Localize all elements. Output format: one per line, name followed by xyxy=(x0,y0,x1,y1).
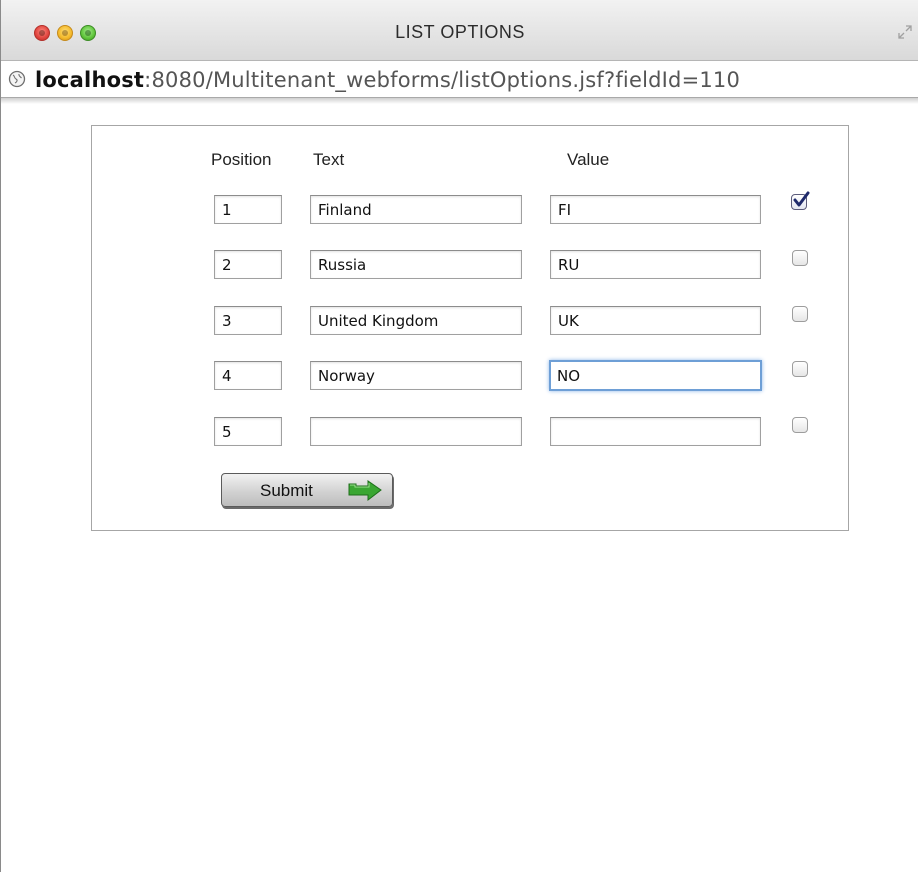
row-checkbox-3[interactable] xyxy=(792,306,808,322)
address-bar[interactable]: localhost:8080/Multitenant_webforms/list… xyxy=(1,60,918,98)
globe-icon xyxy=(8,70,26,88)
text-input-4[interactable] xyxy=(310,361,522,390)
position-input-1[interactable] xyxy=(214,195,282,224)
checkmark-icon xyxy=(793,191,810,207)
value-input-3[interactable] xyxy=(550,306,761,335)
toolbar-shadow xyxy=(1,98,918,104)
value-input-5[interactable] xyxy=(550,417,761,446)
position-input-3[interactable] xyxy=(214,306,282,335)
submit-label: Submit xyxy=(260,481,313,500)
fullscreen-icon[interactable] xyxy=(897,24,913,40)
row-checkbox-1[interactable] xyxy=(791,191,810,210)
value-input-4[interactable] xyxy=(549,360,762,391)
url-text[interactable]: localhost:8080/Multitenant_webforms/list… xyxy=(35,68,740,92)
text-input-1[interactable] xyxy=(310,195,522,224)
text-input-5[interactable] xyxy=(310,417,522,446)
value-input-1[interactable] xyxy=(550,195,761,224)
url-host: localhost xyxy=(35,68,145,92)
position-input-5[interactable] xyxy=(214,417,282,446)
title-bar: LIST OPTIONS xyxy=(1,0,918,60)
url-path: :8080/Multitenant_webforms/listOptions.j… xyxy=(144,68,741,92)
header-text: Text xyxy=(313,150,345,169)
value-input-2[interactable] xyxy=(550,250,761,279)
submit-button[interactable]: Submit xyxy=(221,473,393,507)
browser-window: LIST OPTIONS localhost:8080/Multitenant_… xyxy=(0,0,918,872)
row-checkbox-4[interactable] xyxy=(792,361,808,377)
row-checkbox-5[interactable] xyxy=(792,417,808,433)
text-input-3[interactable] xyxy=(310,306,522,335)
position-input-2[interactable] xyxy=(214,250,282,279)
text-input-2[interactable] xyxy=(310,250,522,279)
header-value: Value xyxy=(567,150,610,169)
window-title: LIST OPTIONS xyxy=(395,22,525,42)
row-checkbox-2[interactable] xyxy=(792,250,808,266)
position-input-4[interactable] xyxy=(214,361,282,390)
header-position: Position xyxy=(211,150,272,169)
arrow-right-icon xyxy=(346,478,384,507)
